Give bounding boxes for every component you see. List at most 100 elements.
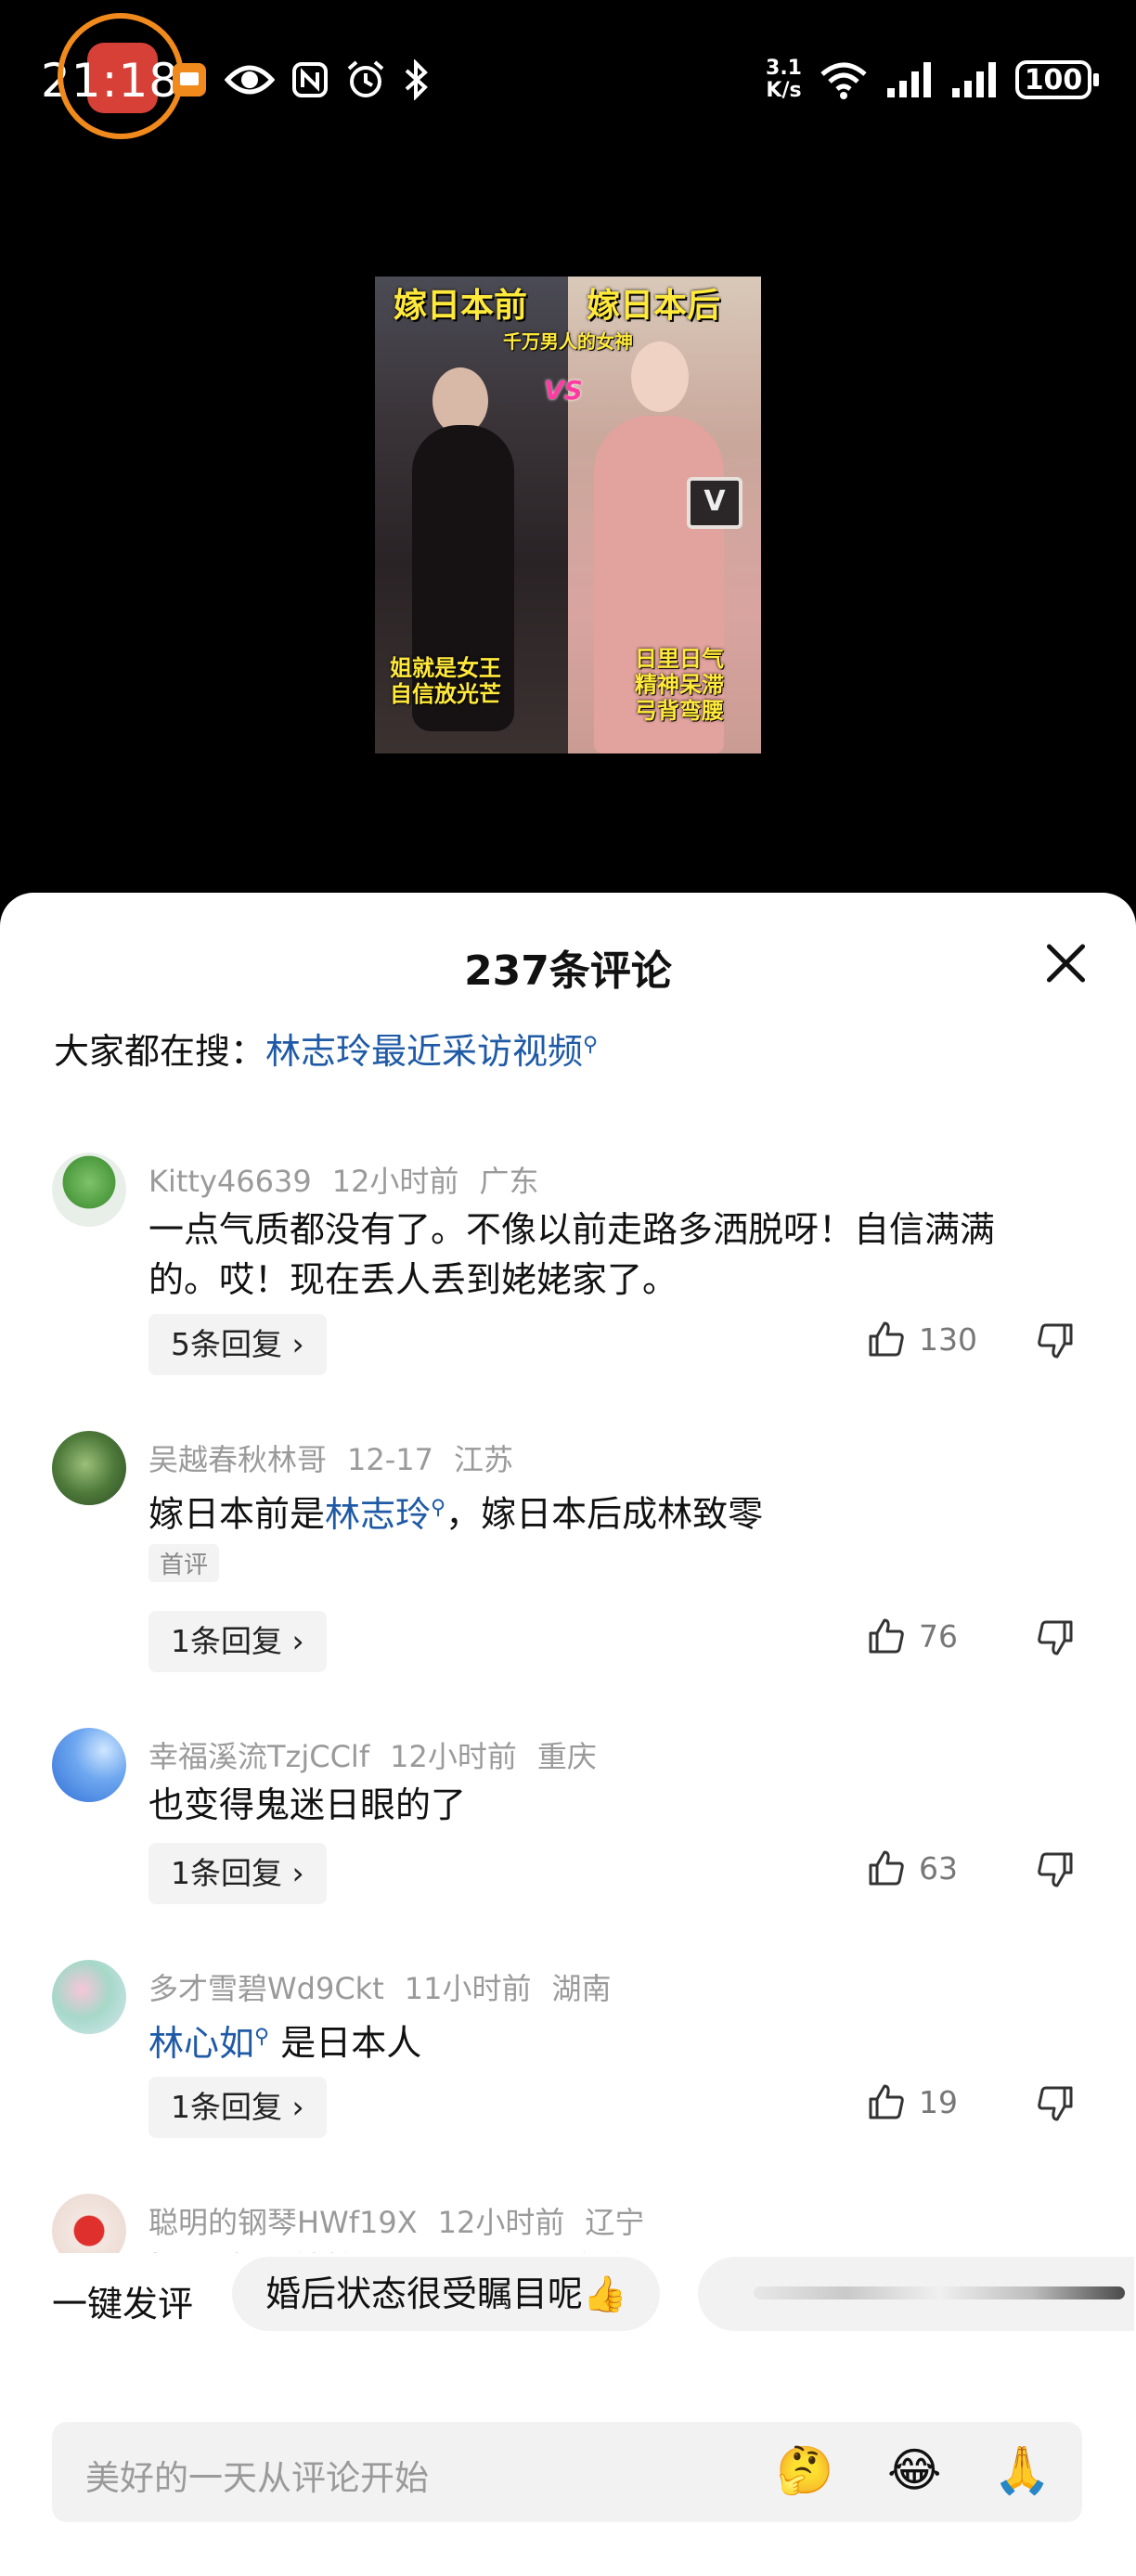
dislike-button[interactable]: [1036, 1850, 1075, 1893]
comment-item: 吴越春秋林哥 12-17 江苏 嫁日本前是林志玲⚲，嫁日本后成林致零 首评 1条回复…: [0, 1431, 1136, 1728]
wifi-icon: [820, 62, 867, 99]
status-icons-right: 3.1 K/s 100: [766, 58, 1099, 102]
praying-hands-emoji-icon[interactable]: 🙏: [993, 2442, 1051, 2498]
handbag-logo: V: [687, 477, 742, 529]
thumbs-up-icon: [869, 1321, 904, 1357]
search-icon: ⚲: [583, 1033, 599, 1057]
thinking-emoji-icon[interactable]: 🤔: [776, 2442, 833, 2498]
like-count: 19: [919, 2083, 958, 2120]
username[interactable]: Kitty46639: [148, 1164, 312, 1199]
mention-link[interactable]: 林心如⚲: [148, 2023, 269, 2064]
thumbs-up-icon: [869, 2084, 904, 2119]
trending-search: 大家都在搜：林志玲最近采访视频⚲: [54, 1023, 598, 1074]
mention-text: 林志玲: [325, 1493, 432, 1535]
comment-text-part: 嫁日本前是: [148, 1493, 326, 1535]
mention-link[interactable]: 林志玲⚲: [325, 1494, 445, 1535]
thumbs-down-icon: [1038, 1323, 1073, 1359]
username[interactable]: 多才雪碧Wd9Ckt: [148, 1971, 384, 2006]
like-button[interactable]: 19: [867, 2082, 958, 2121]
reply-count: 1条回复: [171, 1623, 282, 1659]
avatar[interactable]: [52, 1728, 126, 1802]
reply-button[interactable]: 5条回复 ›: [148, 1314, 327, 1375]
battery-indicator: 100: [1015, 60, 1099, 99]
video-subtitle: 千万男人的女神: [503, 330, 633, 353]
comment-location: 重庆: [536, 1739, 597, 1774]
app-badge-icon: [173, 63, 206, 97]
username[interactable]: 吴越春秋林哥: [148, 1442, 327, 1477]
previous-comment-fragment: [0, 1095, 1136, 1112]
like-button[interactable]: 76: [867, 1616, 958, 1655]
reply-button[interactable]: 1条回复 ›: [148, 1611, 327, 1672]
avatar[interactable]: [52, 1153, 126, 1227]
comment-location: 湖南: [551, 1971, 612, 2006]
reply-button[interactable]: 1条回复 ›: [148, 2077, 327, 2138]
reply-button[interactable]: 1条回复 ›: [148, 1843, 327, 1904]
caption-line: 弓背弯腰: [635, 698, 724, 724]
avatar[interactable]: [52, 2194, 126, 2253]
comment-text: 林心如⚲ 是日本人: [148, 2012, 1058, 2068]
comment-input-placeholder: 美好的一天从评论开始: [85, 2458, 429, 2498]
signal-icon: [952, 62, 996, 97]
thumbs-down-icon: [1038, 1620, 1073, 1655]
username[interactable]: 聪明的钢琴HWf19X: [148, 2205, 418, 2240]
highlight-ring: [58, 13, 184, 139]
chevron-right-icon: ›: [291, 1623, 304, 1659]
comment-list[interactable]: Kitty46639 12小时前 广东 一点气质都没有了。不像以前走路多洒脱呀！自信…: [0, 1095, 1136, 2253]
comment-meta: 多才雪碧Wd9Ckt 11小时前 湖南: [148, 1965, 632, 2008]
speed-unit: K/s: [766, 79, 802, 102]
search-icon: ⚲: [431, 1496, 446, 1519]
like-button[interactable]: 63: [867, 1848, 958, 1887]
video-thumbnail[interactable]: V 嫁日本前 嫁日本后 千万男人的女神 VS 姐就是女王 自信放光芒 日里日气 …: [375, 277, 761, 753]
like-count: 76: [919, 1617, 958, 1655]
comment-meta: Kitty46639 12小时前 广东: [148, 1158, 559, 1201]
reply-count: 1条回复: [171, 2089, 282, 2125]
mention-text: 林心如: [148, 2022, 255, 2064]
network-speed: 3.1 K/s: [766, 58, 802, 102]
caption-line: 自信放光芒: [390, 681, 501, 707]
comment-location: 江苏: [454, 1442, 514, 1477]
chevron-right-icon: ›: [291, 2089, 304, 2125]
thumbs-up-icon: [869, 1850, 904, 1886]
quick-comment-chip[interactable]: 婚后状态很受瞩目呢👍: [232, 2257, 661, 2331]
comment-item: 多才雪碧Wd9Ckt 11小时前 湖南 林心如⚲ 是日本人 1条回复 › 19: [0, 1960, 1136, 2194]
like-count: 130: [919, 1320, 977, 1358]
comment-text: 嫁日本了就抬不起头了，昌象化: [148, 2246, 1058, 2253]
comment-time: 12-17: [347, 1442, 433, 1477]
laughing-emoji-icon[interactable]: 😂: [887, 2442, 941, 2498]
dislike-button[interactable]: [1036, 1618, 1075, 1661]
chevron-right-icon: ›: [291, 1326, 304, 1362]
first-comment-badge: 首评: [148, 1544, 220, 1582]
close-button[interactable]: [1043, 941, 1088, 985]
quick-comment-bar: 一键发评 婚后状态很受瞩目呢👍: [0, 2257, 1136, 2346]
dislike-button[interactable]: [1036, 2084, 1075, 2127]
username[interactable]: 幸福溪流TzjCClf: [148, 1739, 369, 1774]
signal-icon: [887, 62, 931, 97]
comment-time: 12小时前: [331, 1164, 459, 1199]
comment-meta: 吴越春秋林哥 12-17 江苏: [148, 1436, 534, 1479]
comment-location: 广东: [479, 1164, 539, 1199]
reply-count: 5条回复: [171, 1326, 282, 1362]
video-title-right: 嫁日本后: [587, 287, 721, 325]
like-count: 63: [919, 1849, 958, 1887]
caption-line: 姐就是女王: [390, 655, 501, 681]
thumbs-down-icon: [1038, 2086, 1073, 2121]
comment-item: 聪明的钢琴HWf19X 12小时前辽宁 嫁日本了就抬不起头了，昌象化: [0, 2194, 1136, 2253]
comments-title: 237条评论: [464, 947, 672, 995]
comment-text: 也变得鬼迷日眼的了: [148, 1784, 467, 1825]
comment-time: 12小时前: [437, 2205, 565, 2240]
quick-comment-chip-loading[interactable]: [698, 2257, 1134, 2331]
search-prefix: 大家都在搜：: [54, 1031, 266, 1072]
search-term-link[interactable]: 林志玲最近采访视频: [265, 1031, 583, 1072]
video-caption-right: 日里日气 精神呆滞 弓背弯腰: [635, 646, 724, 724]
avatar[interactable]: [52, 1960, 126, 2034]
bluetooth-icon: [405, 59, 428, 100]
like-button[interactable]: 130: [867, 1320, 977, 1359]
comment-input[interactable]: 美好的一天从评论开始 🤔 😂 🙏: [52, 2422, 1082, 2522]
comments-sheet: 237条评论 大家都在搜：林志玲最近采访视频⚲ Kitty46639 12小时前广…: [0, 893, 1136, 2576]
dislike-button[interactable]: [1036, 1321, 1075, 1364]
avatar[interactable]: [52, 1431, 126, 1505]
status-icons-left: [171, 59, 429, 100]
loading-bar: [754, 2286, 1125, 2299]
comment-text: 一点气质都没有了。不像以前走路多洒脱呀！自信满满的。哎！现在丢人丢到姥姥家了。: [148, 1209, 996, 1300]
comment-text-part: 是日本人: [280, 2022, 422, 2064]
